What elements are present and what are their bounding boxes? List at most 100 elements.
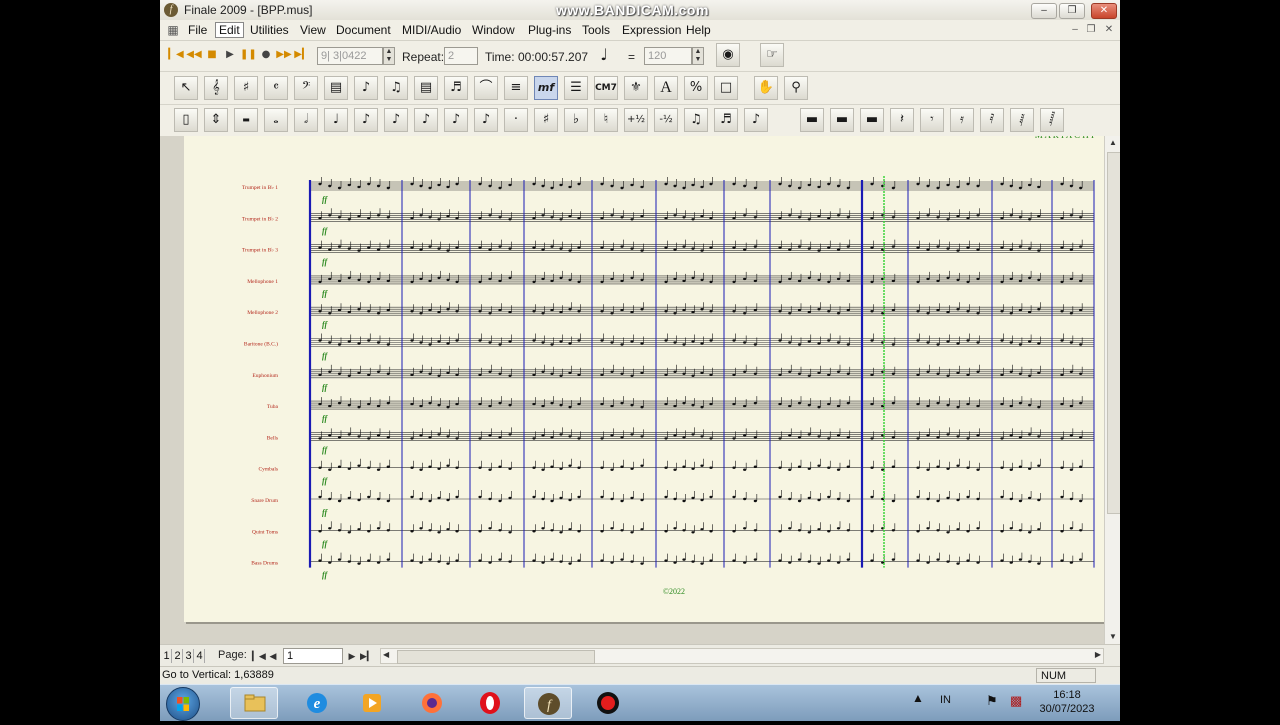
maximize-button[interactable]: ❐ [1059, 3, 1085, 19]
action-center-icon[interactable]: ⚑ [986, 693, 998, 709]
sixty-fourth-note-icon[interactable]: ♪ [444, 108, 468, 132]
selection-tool-icon[interactable]: ↖ [174, 76, 198, 100]
menu-file[interactable]: File [188, 23, 207, 37]
breve-rest-icon[interactable]: ▬ [860, 108, 884, 132]
menu-view[interactable]: View [300, 23, 326, 37]
horizontal-scrollbar[interactable]: ◀ ▶ [380, 648, 1104, 664]
one-twenty-eighth-note-icon[interactable]: ♪ [474, 108, 498, 132]
document-icon[interactable]: ▦ [166, 23, 180, 37]
eighth-rest-icon[interactable]: 𝄾 [920, 108, 944, 132]
goto-start-icon[interactable]: ▎◀ [168, 47, 184, 63]
grace-note-icon[interactable]: ♪ [744, 108, 768, 132]
flat-icon[interactable]: ♭ [564, 108, 588, 132]
menu-plugins[interactable]: Plug-ins [528, 23, 571, 37]
menu-document[interactable]: Document [336, 23, 391, 37]
scroll-right-icon[interactable]: ▶ [1095, 650, 1101, 659]
lyrics-tool-icon[interactable]: ⚜ [624, 76, 648, 100]
tempo-note-icon[interactable]: ♩ [590, 44, 618, 68]
goto-end-icon[interactable]: ▶▎ [294, 47, 310, 63]
articulation-tool-icon[interactable]: ≡ [504, 76, 528, 100]
sixteenth-rest-icon[interactable]: 𝄿 [950, 108, 974, 132]
tempo-field[interactable]: 120 [644, 47, 692, 65]
clef-tool-icon[interactable]: 𝄢 [294, 76, 318, 100]
network-icon[interactable]: ▩ [1010, 693, 1022, 709]
layer-4-button[interactable]: 4 [195, 649, 205, 663]
one-twenty-eighth-rest-icon[interactable]: 𝅂 [1040, 108, 1064, 132]
natural-icon[interactable]: ♮ [594, 108, 618, 132]
sixteenth-note-icon[interactable]: ♪ [384, 108, 408, 132]
language-indicator[interactable]: IN [940, 694, 951, 706]
augmentation-dot-icon[interactable]: · [504, 108, 528, 132]
layer-3-button[interactable]: 3 [184, 649, 194, 663]
eraser-icon[interactable]: ▯ [174, 108, 198, 132]
taskbar-explorer-button[interactable] [230, 687, 278, 719]
stop-icon[interactable]: ■ [204, 47, 220, 63]
mdi-close-icon[interactable]: ✕ [1102, 23, 1116, 36]
tuplet-icon[interactable]: ♬ [714, 108, 738, 132]
resize-tool-icon[interactable]: % [684, 76, 708, 100]
repeat-tool-icon[interactable]: ☰ [564, 76, 588, 100]
next-page-icon[interactable]: ▶ [346, 649, 358, 663]
mdi-minimize-icon[interactable]: – [1068, 23, 1082, 36]
pitch-tool-icon[interactable]: ⇕ [204, 108, 228, 132]
menu-midi-audio[interactable]: MIDI/Audio [402, 23, 461, 37]
start-button[interactable] [166, 687, 200, 721]
eighth-note-icon[interactable]: ♪ [354, 108, 378, 132]
vertical-scroll-thumb[interactable] [1107, 152, 1120, 514]
score-page[interactable]: Trumpet in B♭ 1 ff Trumpet in B♭ 2 ff Trumpe… [184, 136, 1104, 622]
taskbar-opera-button[interactable] [466, 687, 514, 719]
tuplet-tool-icon[interactable]: ♬ [444, 76, 468, 100]
half-rest-icon[interactable]: ▬ [830, 108, 854, 132]
horizontal-scroll-thumb[interactable] [397, 650, 595, 664]
rest-toggle-icon[interactable]: ▬ [234, 108, 258, 132]
taskbar-media-button[interactable] [348, 687, 396, 719]
prev-page-icon[interactable]: ◀ [267, 649, 279, 663]
hand-grabber-icon[interactable]: ☞ [760, 43, 784, 67]
show-hidden-icons[interactable]: ▲ [912, 691, 924, 705]
speedy-entry-tool-icon[interactable]: ♫ [384, 76, 408, 100]
chord-tool-icon[interactable]: CM7 [594, 76, 618, 100]
smart-shape-tool-icon[interactable]: ⌒ [474, 76, 498, 100]
pause-icon[interactable]: ❚❚ [240, 47, 257, 63]
taskbar-ie-button[interactable]: e [293, 687, 341, 719]
simple-entry-tool-icon[interactable]: ♪ [354, 76, 378, 100]
menu-utilities[interactable]: Utilities [250, 23, 289, 37]
minimize-button[interactable]: – [1031, 3, 1057, 19]
speaker-icon[interactable]: ◉ [716, 43, 740, 67]
play-icon[interactable]: ▶ [222, 47, 238, 63]
quarter-note-icon[interactable]: ♩ [324, 108, 348, 132]
tempo-spinner[interactable]: ▲ ▼ [692, 47, 704, 65]
sixty-fourth-rest-icon[interactable]: 𝅁 [1010, 108, 1034, 132]
layer-1-button[interactable]: 1 [162, 649, 172, 663]
measure-field[interactable]: 9| 3|0422 [317, 47, 383, 65]
half-note-icon[interactable]: 𝅗𝅥 [294, 108, 318, 132]
time-signature-tool-icon[interactable]: 𝄴 [264, 76, 288, 100]
record-icon[interactable]: ● [258, 47, 274, 63]
measure-tool-icon[interactable]: ▤ [324, 76, 348, 100]
key-signature-tool-icon[interactable]: ♯ [234, 76, 258, 100]
whole-note-icon[interactable]: 𝅝 [264, 108, 288, 132]
staff-tool-icon[interactable]: 𝄞 [204, 76, 228, 100]
scroll-down-icon[interactable]: ▼ [1105, 630, 1120, 644]
menu-edit[interactable]: Edit [215, 22, 244, 38]
raise-half-step-icon[interactable]: +½ [624, 108, 648, 132]
menu-expression[interactable]: Expression [622, 23, 681, 37]
taskbar-firefox-button[interactable] [408, 687, 456, 719]
score-canvas[interactable]: Trumpet in B♭ 1 ff Trumpet in B♭ 2 ff Trumpe… [160, 136, 1104, 720]
page-number-field[interactable]: 1 [283, 648, 343, 664]
thirty-second-rest-icon[interactable]: 𝅀 [980, 108, 1004, 132]
scroll-up-icon[interactable]: ▲ [1105, 136, 1120, 150]
lower-half-step-icon[interactable]: -½ [654, 108, 678, 132]
menu-window[interactable]: Window [472, 23, 515, 37]
mdi-restore-icon[interactable]: ❐ [1084, 23, 1098, 36]
hand-grabber-tool-icon[interactable]: ✋ [754, 76, 778, 100]
sharp-icon[interactable]: ♯ [534, 108, 558, 132]
fast-forward-icon[interactable]: ▶▶ [276, 47, 292, 63]
whole-rest-icon[interactable]: ▬ [800, 108, 824, 132]
hyperscribe-tool-icon[interactable]: ▤ [414, 76, 438, 100]
layer-2-button[interactable]: 2 [173, 649, 183, 663]
taskbar-finale-button[interactable]: f [524, 687, 572, 719]
close-button[interactable]: ✕ [1091, 3, 1117, 19]
thirty-second-note-icon[interactable]: ♪ [414, 108, 438, 132]
last-page-icon[interactable]: ▶▎ [360, 649, 374, 663]
